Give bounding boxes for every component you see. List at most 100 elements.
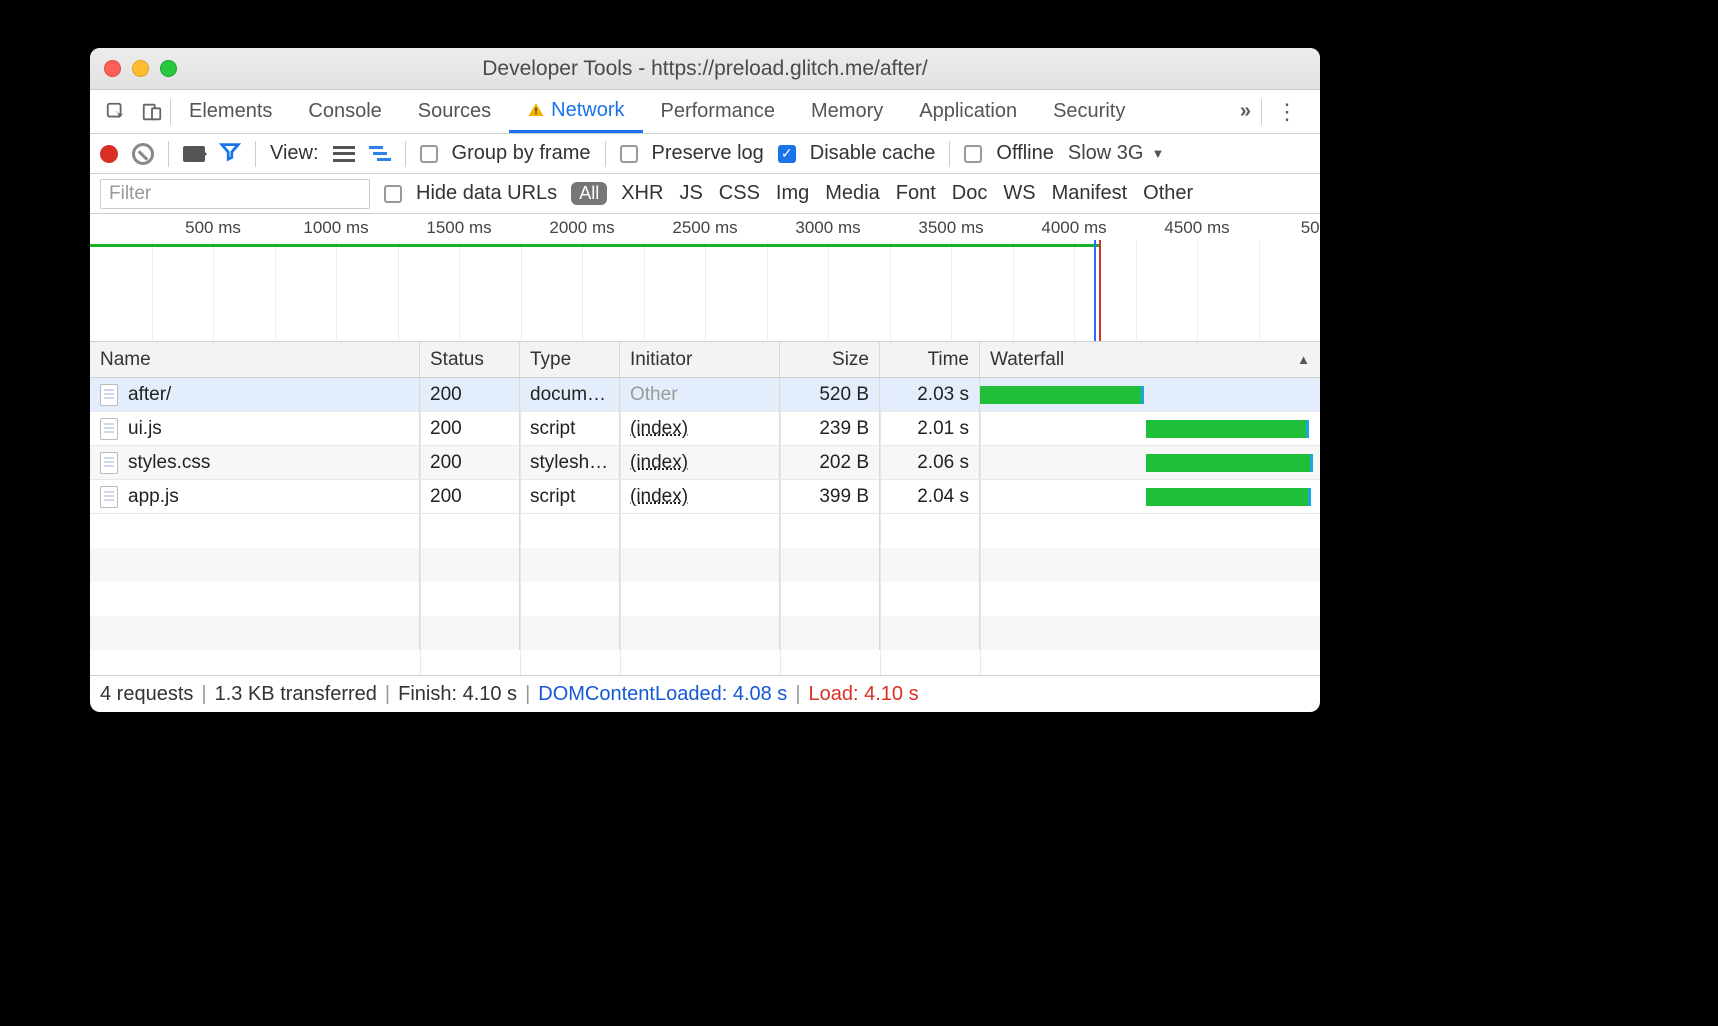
tab-console[interactable]: Console — [290, 90, 399, 133]
sort-asc-icon: ▲ — [1297, 352, 1310, 367]
divider — [605, 141, 606, 167]
filter-type-css[interactable]: CSS — [719, 182, 760, 205]
group-by-frame-label: Group by frame — [452, 142, 591, 165]
throttling-select[interactable]: Slow 3G ▼ — [1068, 142, 1164, 165]
request-size: 520 B — [780, 378, 880, 411]
summary-requests: 4 requests — [100, 683, 193, 706]
large-rows-icon[interactable] — [333, 146, 355, 162]
divider — [949, 141, 950, 167]
window-controls — [90, 60, 177, 77]
summary-load: Load: 4.10 s — [809, 683, 919, 706]
dcl-marker — [1094, 240, 1096, 341]
table-row[interactable]: ui.js200script(index)239 B2.01 s — [90, 412, 1320, 446]
load-marker — [1099, 240, 1101, 341]
preserve-log-label: Preserve log — [652, 142, 764, 165]
filter-type-ws[interactable]: WS — [1003, 182, 1035, 205]
file-icon — [100, 384, 118, 406]
col-size[interactable]: Size — [780, 342, 880, 377]
request-time: 2.03 s — [880, 378, 980, 411]
close-window-button[interactable] — [104, 60, 121, 77]
requests-table: Name Status Type Initiator Size Time Wat… — [90, 342, 1320, 676]
hide-data-urls-label: Hide data URLs — [416, 182, 557, 205]
request-initiator-link[interactable]: (index) — [630, 486, 688, 508]
request-waterfall — [980, 446, 1320, 479]
device-toolbar-icon[interactable] — [134, 94, 170, 130]
tab-application[interactable]: Application — [901, 90, 1035, 133]
request-time: 2.01 s — [880, 412, 980, 445]
request-status: 200 — [420, 446, 520, 479]
table-row[interactable]: after/200docum…Other520 B2.03 s — [90, 378, 1320, 412]
devtools-window: Developer Tools - https://preload.glitch… — [90, 48, 1320, 712]
overview-tick: 1500 ms — [426, 218, 491, 238]
request-status: 200 — [420, 412, 520, 445]
filter-type-xhr[interactable]: XHR — [621, 182, 663, 205]
col-type[interactable]: Type — [520, 342, 620, 377]
col-waterfall[interactable]: Waterfall▲ — [980, 342, 1320, 377]
filter-type-other[interactable]: Other — [1143, 182, 1193, 205]
request-name: styles.css — [128, 452, 210, 474]
settings-menu-icon[interactable]: ⋮ — [1262, 99, 1312, 125]
minimize-window-button[interactable] — [132, 60, 149, 77]
panel-tabs: ElementsConsoleSourcesNetworkPerformance… — [90, 90, 1320, 134]
overview-tick: 3000 ms — [795, 218, 860, 238]
request-waterfall — [980, 412, 1320, 445]
filter-type-doc[interactable]: Doc — [952, 182, 988, 205]
record-button[interactable] — [100, 145, 118, 163]
filter-toggle-icon[interactable] — [219, 140, 241, 168]
screenshots-icon[interactable] — [183, 146, 205, 162]
tab-sources[interactable]: Sources — [400, 90, 509, 133]
preserve-log-checkbox[interactable] — [620, 145, 638, 163]
request-initiator: Other — [630, 384, 678, 406]
tab-network[interactable]: Network — [509, 90, 642, 133]
request-status: 200 — [420, 480, 520, 513]
disable-cache-checkbox[interactable]: ✓ — [778, 145, 796, 163]
tab-memory[interactable]: Memory — [793, 90, 901, 133]
request-size: 239 B — [780, 412, 880, 445]
zoom-window-button[interactable] — [160, 60, 177, 77]
group-by-frame-checkbox[interactable] — [420, 145, 438, 163]
inspect-element-icon[interactable] — [98, 94, 134, 130]
col-name[interactable]: Name — [90, 342, 420, 377]
divider — [405, 141, 406, 167]
offline-checkbox[interactable] — [964, 145, 982, 163]
filter-type-js[interactable]: JS — [679, 182, 702, 205]
request-name: after/ — [128, 384, 171, 406]
overview-tick: 4500 ms — [1164, 218, 1229, 238]
table-row[interactable]: app.js200script(index)399 B2.04 s — [90, 480, 1320, 514]
tab-security[interactable]: Security — [1035, 90, 1143, 133]
filter-bar: Filter Hide data URLs All XHR JS CSS Img Med… — [90, 174, 1320, 214]
filter-type-media[interactable]: Media — [825, 182, 879, 205]
col-initiator[interactable]: Initiator — [620, 342, 780, 377]
filter-type-img[interactable]: Img — [776, 182, 809, 205]
table-header: Name Status Type Initiator Size Time Wat… — [90, 342, 1320, 378]
overview-tick: 2000 ms — [549, 218, 614, 238]
waterfall-view-icon[interactable] — [369, 146, 391, 162]
filter-type-font[interactable]: Font — [896, 182, 936, 205]
request-initiator-link[interactable]: (index) — [630, 452, 688, 474]
divider — [255, 141, 256, 167]
overview-tick: 3500 ms — [918, 218, 983, 238]
file-icon — [100, 486, 118, 508]
tab-performance[interactable]: Performance — [643, 90, 794, 133]
view-label: View: — [270, 142, 319, 165]
clear-button[interactable] — [132, 143, 154, 165]
warning-icon — [527, 101, 545, 119]
request-type: script — [520, 480, 620, 513]
col-status[interactable]: Status — [420, 342, 520, 377]
request-name: ui.js — [128, 418, 162, 440]
table-row[interactable]: styles.css200stylesh…(index)202 B2.06 s — [90, 446, 1320, 480]
filter-all-pill[interactable]: All — [571, 182, 607, 205]
summary-bar: 4 requests| 1.3 KB transferred| Finish: … — [90, 676, 1320, 712]
more-panels-icon[interactable]: » — [1230, 100, 1261, 123]
col-time[interactable]: Time — [880, 342, 980, 377]
request-status: 200 — [420, 378, 520, 411]
hide-data-urls-checkbox[interactable] — [384, 185, 402, 203]
tab-elements[interactable]: Elements — [171, 90, 290, 133]
filter-input[interactable]: Filter — [100, 179, 370, 209]
overview-timeline[interactable]: 500 ms1000 ms1500 ms2000 ms2500 ms3000 m… — [90, 214, 1320, 342]
filter-type-manifest[interactable]: Manifest — [1052, 182, 1128, 205]
request-initiator-link[interactable]: (index) — [630, 418, 688, 440]
overview-tick: 4000 ms — [1041, 218, 1106, 238]
request-name: app.js — [128, 486, 179, 508]
titlebar: Developer Tools - https://preload.glitch… — [90, 48, 1320, 90]
